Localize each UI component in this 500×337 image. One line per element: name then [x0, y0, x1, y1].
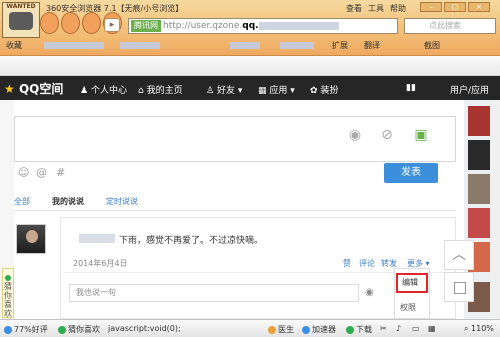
menu-edit[interactable]: 编辑 [402, 277, 418, 288]
search-input[interactable]: 点此搜索 [404, 18, 496, 34]
close-icon[interactable]: × [468, 2, 490, 12]
author-name-blurred[interactable] [79, 234, 115, 243]
like-button[interactable]: 赞 [343, 258, 351, 269]
logo-face-icon [9, 12, 33, 30]
tab-all[interactable]: 全部 [14, 196, 30, 207]
nav-friends[interactable]: ♙ 好友 ▾ [206, 83, 242, 96]
post-date: 2014年6月4日 [73, 259, 128, 268]
nav-apps[interactable]: ▦ 应用 ▾ [258, 83, 295, 96]
attachment-icon[interactable]: ⊘ [378, 127, 396, 145]
qzone-navbar: ★ QQ空间 ♟ 个人中心 ⌂ 我的主页 ♙ 好友 ▾ ▦ 应用 ▾ ✿ 装扮 … [0, 76, 500, 100]
download-icon [346, 325, 354, 334]
menu-tools[interactable]: 工具 [368, 3, 384, 14]
rating-status[interactable]: 77%好评 [4, 324, 48, 335]
menu-help[interactable]: 帮助 [390, 3, 406, 14]
topic-icon[interactable]: # [56, 166, 65, 179]
doctor-status[interactable]: 医生 [268, 324, 294, 335]
doctor-icon [268, 325, 276, 334]
url-status: javascript:void(0); [108, 324, 181, 333]
post-button[interactable]: 发表 [384, 163, 438, 183]
nav-personal-center[interactable]: ♟ 个人中心 [80, 83, 127, 96]
logo-text: WANTED [6, 3, 36, 10]
nav-my-home[interactable]: ⌂ 我的主页 [138, 83, 183, 96]
comment-input[interactable]: 我也说一句 [69, 284, 359, 302]
download-status[interactable]: 下载 [346, 324, 372, 335]
maximize-icon[interactable]: □ [444, 2, 466, 12]
window-icon[interactable]: ▭ [412, 324, 420, 333]
back-to-top-icon[interactable]: ︿ [444, 240, 474, 270]
tab-my-posts[interactable]: 我的说说 [52, 196, 84, 207]
accelerator-status[interactable]: 加速器 [302, 324, 336, 335]
guess-you-like-tab[interactable]: 猜你喜欢 [2, 268, 14, 318]
status-bar: 77%好评 猜你喜欢 javascript:void(0); 医生 加速器 下载… [0, 319, 500, 337]
rating-icon [4, 325, 12, 334]
guess-status[interactable]: 猜你喜欢 [58, 324, 100, 335]
mention-icon[interactable]: @ [36, 166, 47, 179]
avatar[interactable] [16, 224, 46, 254]
camera-icon[interactable]: ◉ [365, 287, 374, 298]
nav-user-apps[interactable]: 用户/应用 [450, 83, 489, 96]
signal-icon[interactable]: ▮▮ [406, 83, 416, 93]
scrollbar[interactable] [490, 100, 500, 319]
menu-permission[interactable]: 权限 [400, 302, 416, 313]
blurred-favorite[interactable] [44, 42, 104, 49]
blurred-favorite[interactable] [230, 42, 260, 49]
blurred-favorite[interactable] [120, 42, 160, 49]
post-text: 下雨，感觉不再爱了。不过凉快嘀。 [119, 236, 264, 246]
guess-icon [58, 325, 66, 334]
zoom-level[interactable]: ⌕ 110% [464, 324, 494, 334]
translate-button[interactable]: 翻译 [364, 40, 380, 51]
tab-strip [0, 56, 500, 76]
menu-view[interactable]: 查看 [346, 3, 362, 14]
extensions-button[interactable]: 扩展 [332, 40, 348, 51]
forward-arrow-icon[interactable]: ▸ [104, 18, 120, 32]
favorites-button[interactable]: 收藏 [6, 40, 22, 51]
sound-icon[interactable]: ♪ [396, 324, 401, 333]
blurred-favorite[interactable] [280, 42, 314, 49]
window-controls: – □ × [420, 2, 490, 14]
app-icon[interactable]: ▣ [412, 127, 430, 145]
site-label: 腾讯网 [131, 20, 161, 32]
favorites-bar: 收藏 扩展 翻译 截图 [0, 36, 500, 56]
url-text: http://user.qzone.qq. [163, 21, 339, 31]
tab-timed-posts[interactable]: 定时说说 [106, 196, 138, 207]
scissors-icon[interactable]: ✂ [380, 324, 387, 333]
green-dot-icon [5, 275, 11, 281]
feedback-box-icon[interactable] [444, 272, 474, 302]
address-bar[interactable]: 腾讯网 http://user.qzone.qq. [128, 18, 398, 34]
accelerator-icon [302, 325, 310, 334]
emoji-icon[interactable]: ☺ [18, 166, 29, 179]
browser-logo-wanted[interactable]: WANTED [2, 2, 40, 38]
grid-icon[interactable]: ▦ [428, 324, 436, 333]
minimize-icon[interactable]: – [420, 2, 442, 12]
star-icon: ★ [4, 82, 15, 96]
divider [14, 210, 456, 211]
comment-button[interactable]: 评论 [359, 258, 375, 269]
nav-decorate[interactable]: ✿ 装扮 [310, 83, 338, 96]
qzone-logo[interactable]: ★ QQ空间 [4, 80, 63, 97]
screenshot-button[interactable]: 截图 [424, 40, 440, 51]
camera-icon[interactable]: ◉ [346, 127, 364, 145]
